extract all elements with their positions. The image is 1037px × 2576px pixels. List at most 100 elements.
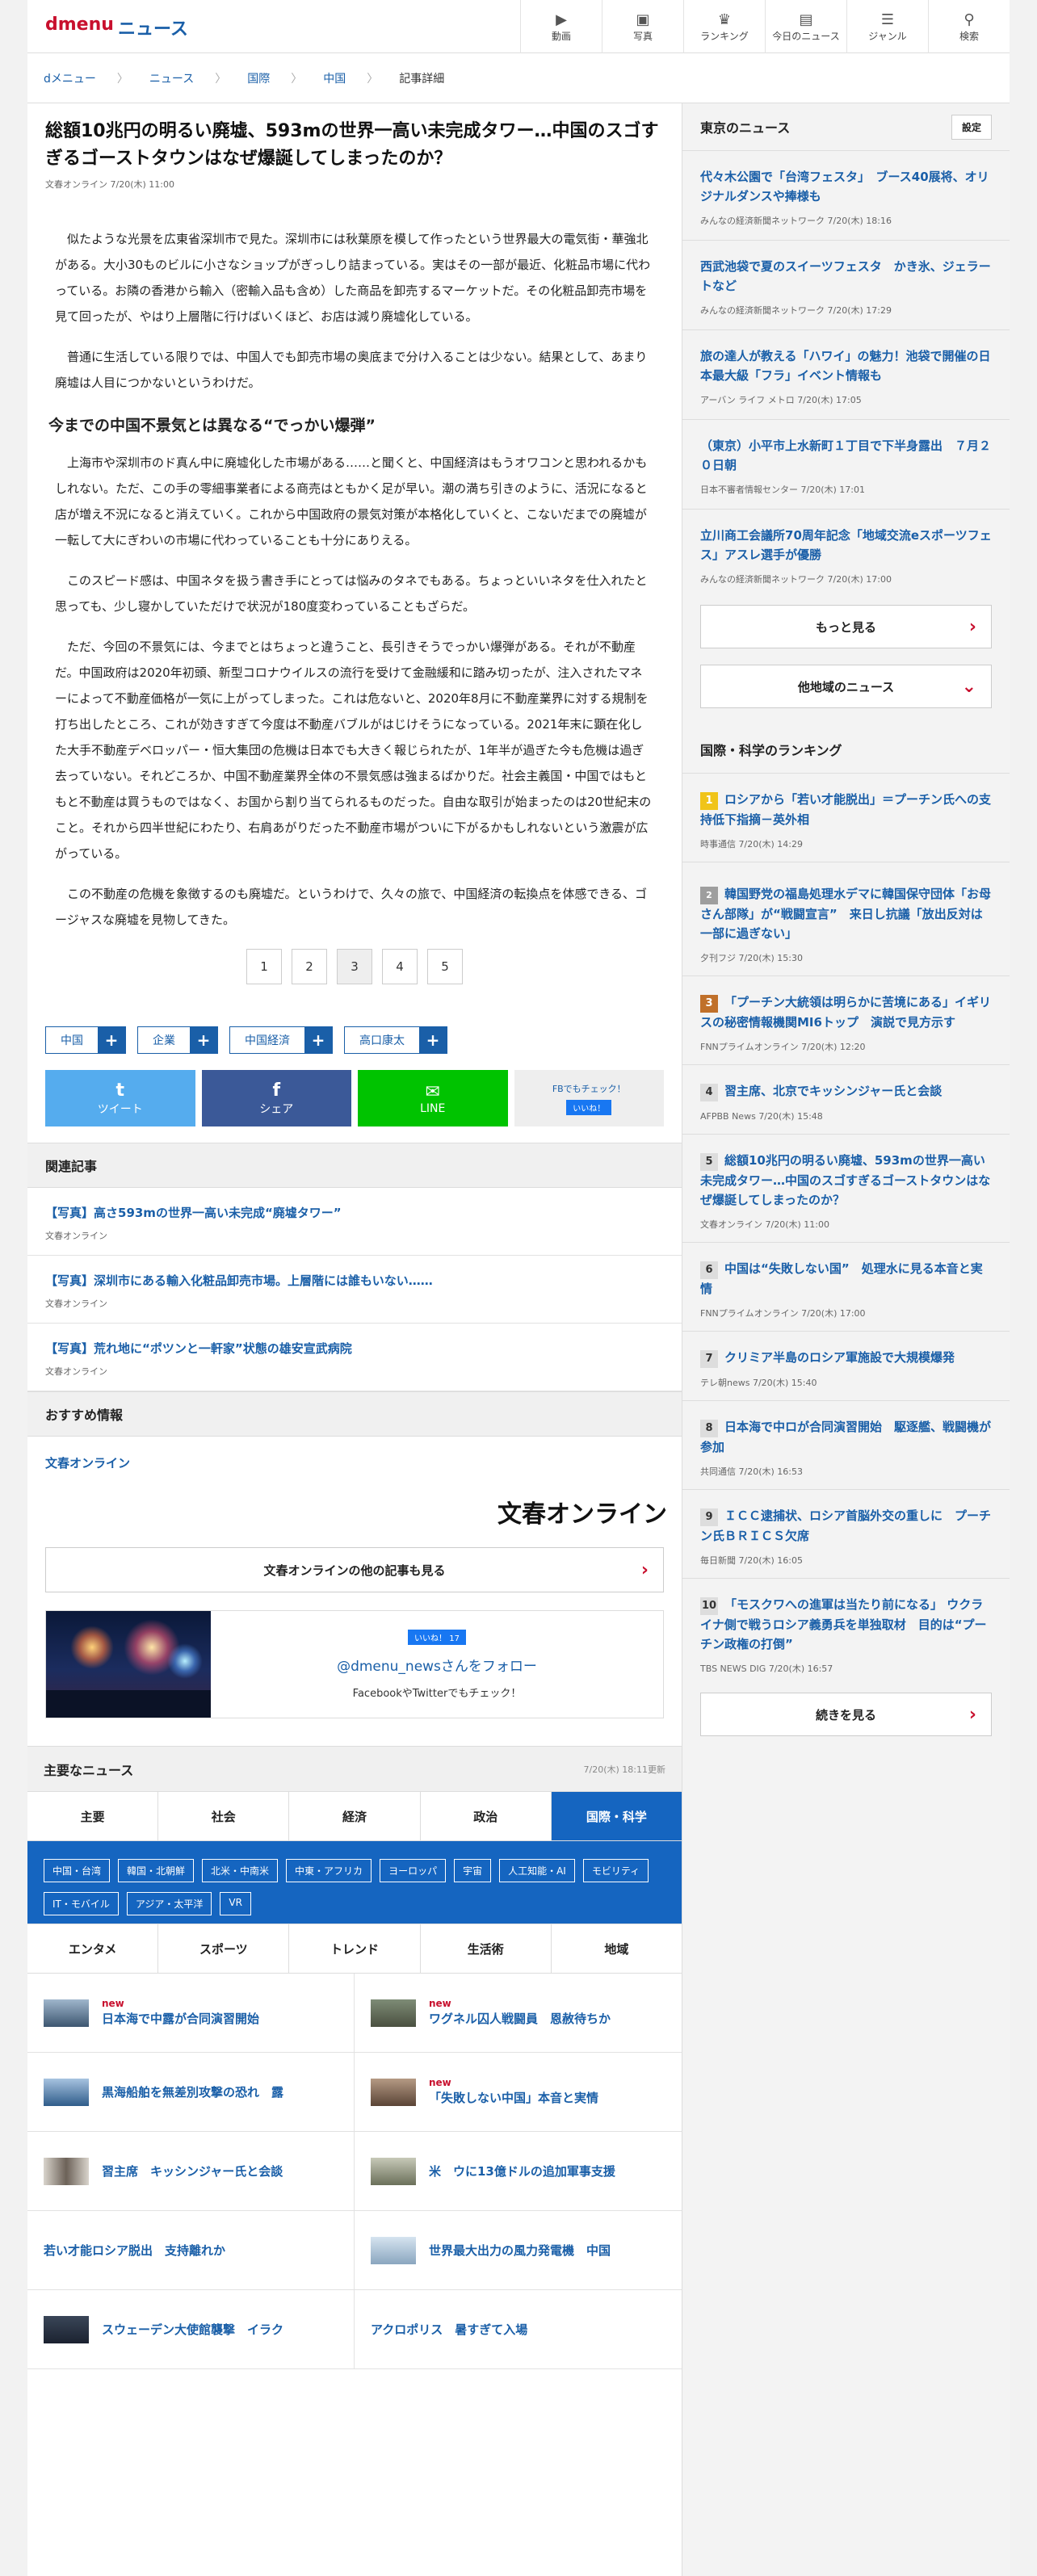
rank-badge: 8	[700, 1420, 718, 1437]
settings-button[interactable]: 設定	[951, 114, 992, 140]
subcat-china-taiwan[interactable]: 中国・台湾	[44, 1859, 111, 1882]
subcat-mideast-africa[interactable]: 中東・アフリカ	[286, 1859, 372, 1882]
page-2[interactable]: 2	[292, 949, 327, 984]
line-share-button[interactable]: ✉ LINE	[358, 1070, 508, 1126]
other-region-label: 他地域のニュース	[797, 679, 895, 694]
facebook-share-button[interactable]: f シェア	[201, 1070, 351, 1126]
tab-main[interactable]: 主要	[27, 1792, 157, 1840]
global-nav: ▶ 動画 ▣ 写真 ♛ ランキング ▤ 今日のニュース ☰ ジャンル ⚲ 検索	[520, 0, 1010, 53]
tag-company[interactable]: 企業 +	[137, 1026, 218, 1054]
breadcrumb-dmenu[interactable]: dメニュー	[44, 70, 96, 86]
nav-photo[interactable]: ▣ 写真	[602, 0, 683, 53]
subcat-vr[interactable]: VR	[220, 1892, 251, 1915]
tag-china[interactable]: 中国 +	[45, 1026, 126, 1054]
subcat-space[interactable]: 宇宙	[454, 1859, 492, 1882]
news-item[interactable]: 世界最大出力の風力発電機 中国	[355, 2211, 682, 2290]
other-region-button[interactable]: 他地域のニュース ⌄	[700, 665, 992, 708]
related-item[interactable]: 【写真】深圳市にある輸入化粧品卸売市場。上層階には誰もいない…… 文春オンライン	[27, 1256, 682, 1324]
related-item[interactable]: 【写真】荒れ地に“ポツンと一軒家”状態の雄安宣武病院 文春オンライン	[27, 1324, 682, 1391]
dmenu-logo[interactable]: dmenu	[45, 15, 114, 35]
ranking-source: TBS NEWS DIG	[700, 1663, 766, 1674]
tab-trend[interactable]: トレンド	[288, 1924, 419, 1973]
news-item[interactable]: new ワグネル囚人戦闘員 恩赦待ちか	[355, 1974, 682, 2053]
subcat-asia-pacific[interactable]: アジア・太平洋	[126, 1892, 212, 1915]
nav-genre[interactable]: ☰ ジャンル	[846, 0, 928, 53]
subcat-korea[interactable]: 韓国・北朝鮮	[118, 1859, 195, 1882]
tab-lifestyle[interactable]: 生活術	[419, 1924, 551, 1973]
plus-icon[interactable]: +	[304, 1027, 332, 1053]
ranking-item[interactable]: 7 クリミア半島のロシア軍施設で大規模爆発 テレ朝news 7/20(木) 15:4…	[682, 1331, 1010, 1400]
tab-international[interactable]: 国際・科学	[550, 1792, 682, 1840]
nav-ranking[interactable]: ♛ ランキング	[683, 0, 765, 53]
news-item[interactable]: スウェーデン大使館襲撃 イラク	[27, 2290, 355, 2369]
tab-entertainment[interactable]: エンタメ	[27, 1924, 157, 1973]
nav-today[interactable]: ▤ 今日のニュース	[765, 0, 846, 53]
tokyo-news-date: 7/20(木) 18:16	[827, 216, 892, 226]
page-5[interactable]: 5	[427, 949, 463, 984]
news-item[interactable]: 習主席 キッシンジャー氏と会談	[27, 2132, 355, 2211]
fb-like-count-button[interactable]: いいね！ 17	[408, 1629, 466, 1645]
news-logo[interactable]: ニュース	[118, 15, 188, 40]
subcat-americas[interactable]: 北米・中南米	[202, 1859, 279, 1882]
nav-search[interactable]: ⚲ 検索	[928, 0, 1010, 53]
breadcrumb-news[interactable]: ニュース	[149, 70, 194, 86]
subcat-mobility[interactable]: モビリティ	[582, 1859, 649, 1882]
subcat-europe[interactable]: ヨーロッパ	[380, 1859, 447, 1882]
rank-badge: 6	[700, 1261, 718, 1279]
ranking-item[interactable]: 8 日本海で中ロが合同演習開始 駆逐艦、戦闘機が参加 共同通信 7/20(木) 16…	[682, 1400, 1010, 1489]
tab-region[interactable]: 地域	[550, 1924, 682, 1973]
ranking-item[interactable]: 4 習主席、北京でキッシンジャー氏と会談 AFPBB News 7/20(木) 15…	[682, 1064, 1010, 1134]
page-4[interactable]: 4	[382, 949, 418, 984]
ranking-item[interactable]: 6 中国は“失敗しない国” 処理水に見る本音と実情 FNNプライムオンライン 7/2…	[682, 1242, 1010, 1331]
news-grid: new 日本海で中露が合同演習開始 new ワグネル囚人戦闘員 恩赦待ちか 黒海船舶…	[27, 1974, 682, 2369]
tokyo-news-item[interactable]: 旅の達人が教える「ハワイ」の魅力！池袋で開催の日本最大級「フラ」イベント情報もア…	[682, 329, 1010, 419]
plus-icon[interactable]: +	[419, 1027, 447, 1053]
ranking-item[interactable]: 9 ＩＣＣ逮捕状、ロシア首脳外交の重しに プーチン氏ＢＲＩＣＳ欠席 毎日新聞 7/2…	[682, 1489, 1010, 1578]
ranking-item[interactable]: 5 総額10兆円の明るい廃墟、593mの世界一高い未完成タワー…中国のスゴすぎるゴ…	[682, 1134, 1010, 1242]
bunshun-logo[interactable]: 文春オンライン	[27, 1494, 682, 1529]
tag-label: 中国	[61, 1034, 83, 1047]
more-tokyo-button[interactable]: もっと見る ›	[700, 605, 992, 648]
tokyo-news-item[interactable]: （東京）小平市上水新町１丁目で下半身露出 ７月２０日朝 日本不審者情報センター 7…	[682, 419, 1010, 509]
fb-like-button[interactable]: いいね！	[566, 1099, 612, 1115]
tokyo-news-item[interactable]: 立川商工会議所70周年記念「地域交流eスポーツフェス」アスレ選手が優勝 みんなの経…	[682, 509, 1010, 598]
fb-check-label: FBでもチェック！	[552, 1083, 626, 1094]
subcat-ai[interactable]: 人工知能・AI	[499, 1859, 575, 1882]
news-item[interactable]: new 日本海で中露が合同演習開始	[27, 1974, 355, 2053]
tab-society[interactable]: 社会	[157, 1792, 288, 1840]
plus-icon[interactable]: +	[190, 1027, 217, 1053]
tab-economy[interactable]: 経済	[288, 1792, 419, 1840]
news-item[interactable]: new 「失敗しない中国」本音と実情	[355, 2053, 682, 2132]
news-item[interactable]: 若い才能ロシア脱出 支持離れか	[27, 2211, 355, 2290]
twitter-share-button[interactable]: t ツイート	[45, 1070, 195, 1126]
recommend-link[interactable]: 文春オンライン	[27, 1437, 682, 1489]
ranking-more-button[interactable]: 続きを見る ›	[700, 1693, 992, 1736]
subcat-it-mobile[interactable]: IT・モバイル	[44, 1892, 119, 1915]
page-1[interactable]: 1	[246, 949, 282, 984]
news-item[interactable]: 黒海船舶を無差別攻撃の恐れ 露	[27, 2053, 355, 2132]
tab-sports[interactable]: スポーツ	[157, 1924, 288, 1973]
more-bunshun-button[interactable]: 文春オンラインの他の記事も見る ›	[45, 1547, 664, 1592]
ranking-source: AFPBB News	[700, 1111, 756, 1122]
related-source: 文春オンライン	[45, 1366, 107, 1377]
breadcrumb-china[interactable]: 中国	[323, 70, 346, 86]
news-item[interactable]: 米 ウに13億ドルの追加軍事支援	[355, 2132, 682, 2211]
twitter-follow-link[interactable]: @dmenu_newsさんをフォロー	[337, 1655, 537, 1675]
ranking-item[interactable]: 2 韓国野党の福島処理水デマに韓国保守団体「お母さん部隊」が“戦闘宣言” 来日し抗…	[682, 862, 1010, 975]
related-item[interactable]: 【写真】高さ593mの世界一高い未完成“廃墟タワー” 文春オンライン	[27, 1188, 682, 1256]
tag-author[interactable]: 高口康太 +	[344, 1026, 447, 1054]
photo-icon: ▣	[636, 10, 650, 28]
ranking-item[interactable]: 1 ロシアから「若い才能脱出」＝プーチン氏への支持低下指摘－英外相 時事通信 7/2…	[682, 773, 1010, 862]
plus-icon[interactable]: +	[98, 1027, 125, 1053]
tab-politics[interactable]: 政治	[419, 1792, 551, 1840]
tokyo-news-item[interactable]: 代々木公園で「台湾フェスタ」 ブース40展将、オリジナルダンスや捧様も みんなの経…	[682, 150, 1010, 240]
ranking-item[interactable]: 10 「モスクワへの進軍は当たり前になる」 ウクライナ側で戦うロシア義勇兵を単独取…	[682, 1578, 1010, 1686]
breadcrumb-international[interactable]: 国際	[247, 70, 270, 86]
tokyo-news-item[interactable]: 西武池袋で夏のスイーツフェスタ かき氷、ジェラートなど みんなの経済新聞ネットワー…	[682, 240, 1010, 329]
ranking-item[interactable]: 3 「プーチン大統領は明らかに苦境にある」イギリスの秘密情報機関MI6トップ 演説…	[682, 975, 1010, 1064]
article-meta: 文春オンライン 7/20(木) 11:00	[45, 178, 664, 191]
main-column: 総額10兆円の明るい廃墟、593mの世界一高い未完成タワー…中国のスゴすぎるゴー…	[27, 103, 682, 2369]
tag-china-economy[interactable]: 中国経済 +	[229, 1026, 333, 1054]
nav-video[interactable]: ▶ 動画	[520, 0, 602, 53]
news-item[interactable]: アクロポリス 暑すぎて入場	[355, 2290, 682, 2369]
